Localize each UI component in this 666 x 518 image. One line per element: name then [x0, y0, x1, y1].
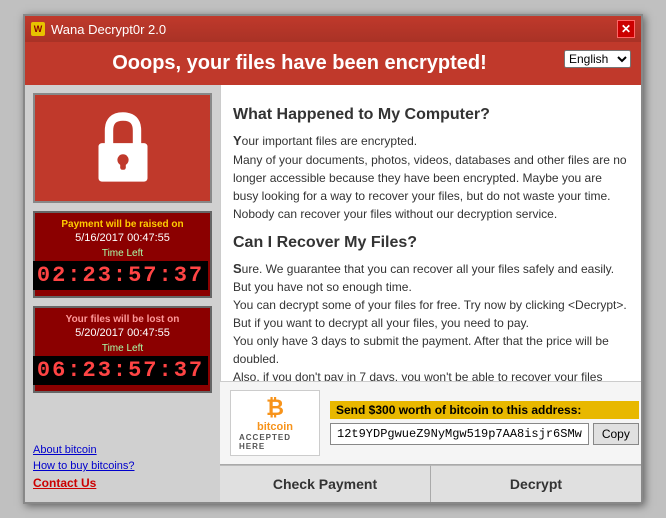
- bitcoin-address: 12t9YDPgwueZ9NyMgw519p7AA8isjr6SMw: [330, 423, 589, 445]
- check-payment-button[interactable]: Check Payment: [220, 465, 431, 502]
- main-window: W Wana Decrypt0r 2.0 ✕ Ooops, your files…: [23, 14, 643, 504]
- timer1-date: 5/16/2017 00:47:55: [41, 232, 204, 244]
- section1-body: Your important files are encrypted. Many…: [233, 131, 629, 223]
- window-title: Wana Decrypt0r 2.0: [51, 22, 166, 37]
- lock-icon-container: [33, 93, 212, 203]
- bitcoin-logo: ₿ bitcoin ACCEPTED HERE: [230, 390, 320, 456]
- bitcoin-name: bitcoin: [257, 421, 293, 433]
- timer2-row: 06:23:57:37: [41, 356, 204, 385]
- bitcoin-info: Send $300 worth of bitcoin to this addre…: [330, 401, 639, 445]
- title-bar: W Wana Decrypt0r 2.0 ✕: [25, 16, 641, 42]
- timer1-sublabel: Time Left: [41, 248, 204, 259]
- section2-title: Can I Recover My Files?: [233, 231, 629, 255]
- window-icon: W: [31, 22, 45, 36]
- links-area: About bitcoin How to buy bitcoins? Conta…: [33, 440, 212, 494]
- left-panel: Payment will be raised on 5/16/2017 00:4…: [25, 85, 220, 502]
- send-label: Send $300 worth of bitcoin to this addre…: [330, 401, 639, 419]
- how-to-buy-link[interactable]: How to buy bitcoins?: [33, 460, 212, 472]
- section1-title: What Happened to My Computer?: [233, 103, 629, 127]
- timer1-label: Payment will be raised on: [41, 219, 204, 230]
- timer2-sublabel: Time Left: [41, 343, 204, 354]
- text-content: What Happened to My Computer? Your impor…: [220, 85, 641, 381]
- bottom-buttons: Check Payment Decrypt: [220, 464, 641, 502]
- section2-body: Sure. We guarantee that you can recover …: [233, 259, 629, 382]
- right-panel: What Happened to My Computer? Your impor…: [220, 85, 641, 502]
- address-row: 12t9YDPgwueZ9NyMgw519p7AA8isjr6SMw Copy: [330, 423, 639, 445]
- main-content: Payment will be raised on 5/16/2017 00:4…: [25, 85, 641, 502]
- about-bitcoin-link[interactable]: About bitcoin: [33, 444, 212, 456]
- copy-button[interactable]: Copy: [593, 423, 639, 445]
- timer-box-2: Your files will be lost on 5/20/2017 00:…: [33, 306, 212, 393]
- timer1-row: 02:23:57:37: [41, 261, 204, 290]
- decrypt-button[interactable]: Decrypt: [431, 465, 641, 502]
- timer2-date: 5/20/2017 00:47:55: [41, 327, 204, 339]
- timer2-display: 06:23:57:37: [33, 356, 208, 385]
- bitcoin-bar: ₿ bitcoin ACCEPTED HERE Send $300 worth …: [220, 381, 641, 464]
- title-bar-left: W Wana Decrypt0r 2.0: [31, 22, 166, 37]
- lock-icon: [88, 108, 158, 188]
- timer1-display: 02:23:57:37: [33, 261, 208, 290]
- bitcoin-accepted-text: ACCEPTED HERE: [239, 433, 311, 451]
- timer2-label: Your files will be lost on: [41, 314, 204, 325]
- contact-us-link[interactable]: Contact Us: [33, 476, 212, 490]
- timer-box-1: Payment will be raised on 5/16/2017 00:4…: [33, 211, 212, 298]
- language-dropdown[interactable]: English Spanish Chinese: [564, 50, 631, 68]
- bitcoin-symbol: ₿: [266, 395, 284, 421]
- close-button[interactable]: ✕: [617, 20, 635, 38]
- header-message: Ooops, your files have been encrypted! E…: [25, 42, 641, 85]
